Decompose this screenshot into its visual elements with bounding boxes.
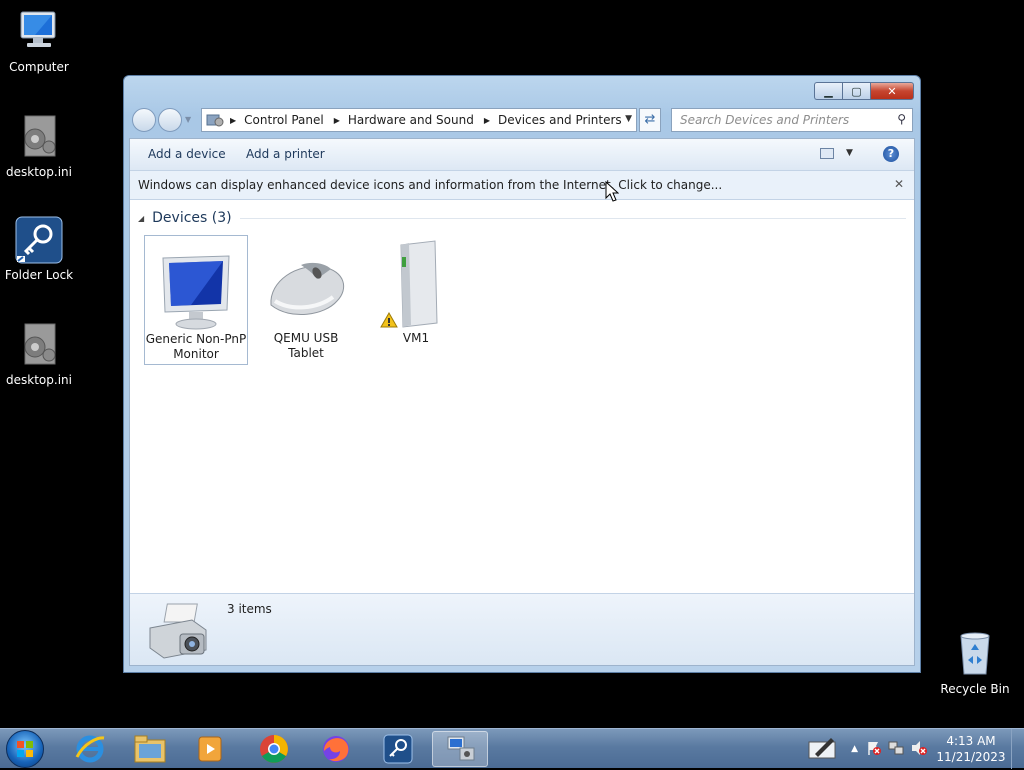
internet-explorer-icon[interactable] xyxy=(62,731,118,767)
info-bar[interactable]: Windows can display enhanced device icon… xyxy=(130,171,914,200)
media-player-icon[interactable] xyxy=(182,731,238,767)
breadcrumb-label: Control Panel xyxy=(244,113,324,127)
maximize-button[interactable]: ▢ xyxy=(842,82,870,100)
item-count: 3 items xyxy=(227,602,272,616)
info-bar-close-icon[interactable]: ✕ xyxy=(894,177,904,191)
recent-pages-dropdown-icon[interactable]: ▼ xyxy=(185,115,191,124)
device-list: ◢ Devices (3) Generic Non-PnP Monitor QE… xyxy=(130,200,914,596)
device-name: VM1 xyxy=(402,331,430,345)
computer-tower-icon xyxy=(371,235,461,331)
device-name: Monitor xyxy=(173,347,219,361)
window-controls: ▁ ▢ ✕ xyxy=(814,82,914,100)
collapse-triangle-icon[interactable]: ◢ xyxy=(138,214,144,223)
group-divider xyxy=(239,217,906,219)
printer-camera-icon xyxy=(146,600,212,663)
device-vm1[interactable]: VM1 xyxy=(364,235,468,365)
device-name: QEMU USB xyxy=(273,331,339,345)
view-options-dropdown-icon[interactable]: ▼ xyxy=(846,148,853,158)
content-frame: Add a device Add a printer ▼ ? Windows c… xyxy=(129,138,915,666)
desktop-icon-computer[interactable]: Computer xyxy=(0,8,78,74)
desktop-icon-desktop-ini-2[interactable]: desktop.ini xyxy=(0,321,78,387)
settings-file-icon xyxy=(15,113,63,161)
command-bar: Add a device Add a printer ▼ ? xyxy=(130,139,914,171)
devices-and-printers-taskbar-icon[interactable] xyxy=(432,731,488,767)
navigation-bar: ▼ ▶ Control Panel ▶ Hardware and Sound ▶ De… xyxy=(132,107,913,133)
add-printer-button[interactable]: Add a printer xyxy=(246,147,325,161)
search-placeholder: Search Devices and Printers xyxy=(680,113,850,127)
settings-file-icon xyxy=(15,321,63,369)
breadcrumb-control-panel[interactable]: ▶ Control Panel xyxy=(230,113,324,127)
action-center-pen-icon[interactable] xyxy=(807,736,837,763)
refresh-button[interactable]: ⇄ xyxy=(639,108,661,132)
address-dropdown-icon[interactable]: ▼ xyxy=(625,114,632,124)
minimize-button[interactable]: ▁ xyxy=(814,82,842,100)
recycle-bin-icon xyxy=(951,630,999,678)
volume-muted-icon[interactable] xyxy=(910,740,928,759)
desktop-icon-recycle-bin[interactable]: Recycle Bin xyxy=(936,630,1014,696)
start-button[interactable] xyxy=(6,730,44,768)
firefox-icon[interactable] xyxy=(308,731,364,767)
chevron-right-icon: ▶ xyxy=(230,115,237,125)
desktop-icon-label: Computer xyxy=(9,60,69,74)
mouse-cursor-icon xyxy=(605,180,620,206)
clock[interactable]: 4:13 AM 11/21/2023 xyxy=(936,733,1006,765)
back-button[interactable] xyxy=(132,108,156,132)
control-panel-icon xyxy=(206,113,224,127)
search-icon[interactable]: ⚲ xyxy=(897,112,906,126)
show-desktop-button[interactable] xyxy=(1011,729,1024,769)
clock-date: 11/21/2023 xyxy=(936,750,1006,764)
windows-logo-icon xyxy=(17,741,33,757)
devices-and-printers-window: ▁ ▢ ✕ ▼ ▶ Control Panel ▶ Hardware and Sou… xyxy=(123,75,921,673)
system-tray: ▲ 4:13 AM 11/21/2023 xyxy=(807,729,1012,769)
folder-lock-taskbar-icon[interactable] xyxy=(370,731,426,767)
desktop-icon-label: desktop.ini xyxy=(6,373,72,387)
computer-icon xyxy=(15,8,63,56)
info-bar-text[interactable]: Windows can display enhanced device icon… xyxy=(138,178,722,192)
mouse-icon xyxy=(261,235,351,331)
details-pane: 3 items xyxy=(130,593,914,665)
device-name: Tablet xyxy=(288,346,324,360)
desktop-icon-label: Recycle Bin xyxy=(940,682,1010,696)
breadcrumb-devices-and-printers[interactable]: ▶ Devices and Printers xyxy=(484,113,622,127)
chevron-right-icon: ▶ xyxy=(483,115,490,125)
close-button[interactable]: ✕ xyxy=(870,82,914,100)
device-qemu-usb-tablet[interactable]: QEMU USB Tablet xyxy=(254,235,358,365)
change-view-icon[interactable] xyxy=(820,148,834,159)
add-device-button[interactable]: Add a device xyxy=(148,147,226,161)
help-button[interactable]: ? xyxy=(883,146,899,162)
key-icon xyxy=(15,216,63,264)
breadcrumb-label: Hardware and Sound xyxy=(347,113,474,127)
forward-button[interactable] xyxy=(158,108,182,132)
chrome-icon[interactable] xyxy=(246,731,302,767)
group-title: Devices (3) xyxy=(152,210,232,226)
taskbar: ▲ 4:13 AM 11/21/2023 xyxy=(0,728,1024,769)
monitor-icon xyxy=(151,236,241,332)
windows-explorer-icon[interactable] xyxy=(122,731,178,767)
show-hidden-icons-chevron-icon[interactable]: ▲ xyxy=(851,744,858,754)
desktop-icon-label: Folder Lock xyxy=(4,268,74,282)
chevron-right-icon: ▶ xyxy=(333,115,340,125)
network-icon[interactable] xyxy=(888,740,904,759)
device-generic-monitor[interactable]: Generic Non-PnP Monitor xyxy=(144,235,248,365)
flag-alert-icon[interactable] xyxy=(866,740,882,759)
breadcrumb-label: Devices and Printers xyxy=(497,113,622,127)
address-bar[interactable]: ▶ Control Panel ▶ Hardware and Sound ▶ Devi… xyxy=(201,108,637,132)
devices-group-header[interactable]: ◢ Devices (3) xyxy=(138,210,906,226)
search-input[interactable]: Search Devices and Printers ⚲ xyxy=(671,108,913,132)
desktop-icon-desktop-ini[interactable]: desktop.ini xyxy=(0,113,78,179)
desktop-icon-folder-lock[interactable]: Folder Lock xyxy=(0,216,78,282)
device-name: Generic Non-PnP xyxy=(145,332,247,346)
clock-time: 4:13 AM xyxy=(946,734,996,748)
desktop-icon-label: desktop.ini xyxy=(6,165,72,179)
breadcrumb-hardware-and-sound[interactable]: ▶ Hardware and Sound xyxy=(334,113,474,127)
